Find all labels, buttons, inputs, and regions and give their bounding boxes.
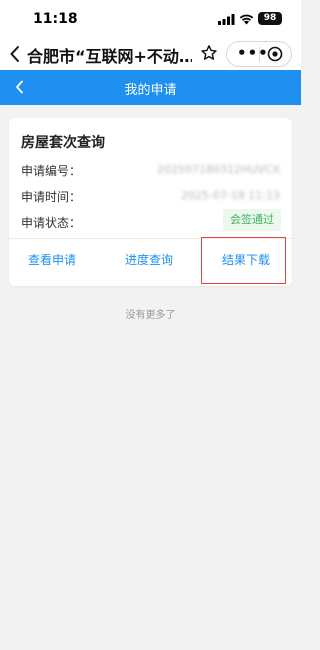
wifi-icon	[239, 14, 254, 25]
mini-program-nav-bar: 合肥市“互联网+不动… •••	[0, 38, 301, 70]
no-more-text: 没有更多了	[125, 310, 176, 321]
application-number-label: 申请编号：	[21, 164, 82, 178]
page-title: 我的申请	[124, 83, 177, 98]
card-title: 房屋套次查询	[21, 135, 105, 151]
status-badge: 会签通过	[223, 209, 281, 231]
application-time-value: 2025-07-18 11:13	[180, 189, 280, 202]
download-result-button[interactable]: 结果下载	[222, 251, 270, 268]
status-time: 11:18	[33, 11, 78, 27]
battery-indicator: 98	[258, 12, 282, 25]
application-status-label: 申请状态：	[21, 216, 82, 230]
capsule-menu: •••	[226, 41, 292, 67]
page-header: 我的申请	[0, 70, 301, 105]
more-dots-icon[interactable]: •••	[237, 44, 269, 62]
application-time-label: 申请时间：	[21, 190, 82, 204]
signal-icon	[218, 14, 235, 25]
close-mini-program-icon[interactable]	[267, 46, 283, 62]
application-card: 房屋套次查询 申请编号： 202507180312HUVCX 申请时间： 202…	[9, 118, 292, 286]
capsule-divider	[259, 47, 260, 62]
mini-program-title: 合肥市“互联网+不动…	[27, 47, 192, 66]
application-number-value: 202507180312HUVCX	[156, 163, 280, 176]
star-icon[interactable]	[200, 44, 218, 62]
status-bar: 11:18 98	[0, 0, 301, 38]
view-application-button[interactable]: 查看申请	[28, 251, 76, 268]
back-chevron-icon[interactable]	[8, 44, 22, 64]
progress-query-button[interactable]: 进度查询	[125, 251, 173, 268]
